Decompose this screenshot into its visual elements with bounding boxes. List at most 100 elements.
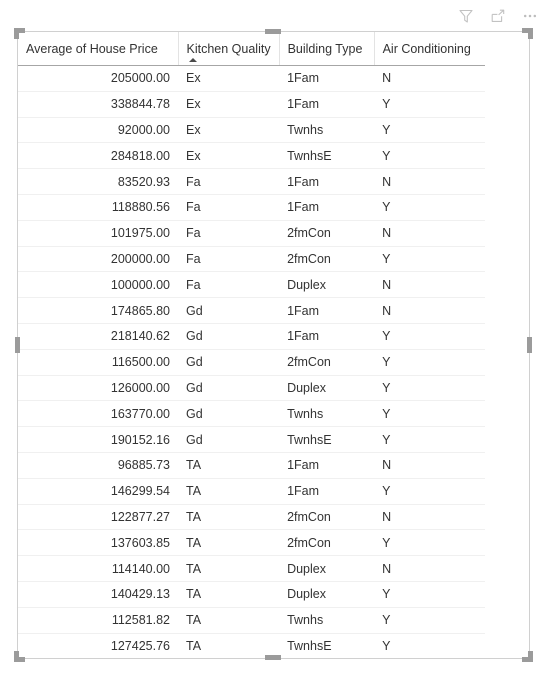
- cell-air_conditioning[interactable]: N: [374, 555, 486, 582]
- cell-air_conditioning[interactable]: Y: [374, 426, 486, 453]
- more-options-icon[interactable]: [521, 7, 539, 25]
- table-row[interactable]: 174865.80 Gd 1Fam N: [18, 297, 486, 324]
- cell-building_type[interactable]: 1Fam: [279, 91, 375, 118]
- cell-building_type[interactable]: TwnhsE: [279, 142, 375, 170]
- cell-building_type[interactable]: 2fmCon: [279, 529, 375, 557]
- table-row[interactable]: 218140.62 Gd 1Fam Y: [18, 323, 486, 350]
- table-row[interactable]: 100000.00 Fa Duplex N: [18, 271, 486, 299]
- cell-kitchen_quality[interactable]: TA: [178, 504, 280, 531]
- column-header-air-conditioning[interactable]: Air Conditioning: [374, 32, 486, 66]
- column-header-building-type[interactable]: Building Type: [279, 32, 375, 66]
- table-row[interactable]: 92000.00 Ex Twnhs Y: [18, 117, 486, 144]
- cell-air_conditioning[interactable]: Y: [374, 142, 486, 170]
- cell-kitchen_quality[interactable]: Fa: [178, 271, 280, 299]
- cell-avg_price[interactable]: 174865.80: [18, 297, 178, 324]
- cell-kitchen_quality[interactable]: Gd: [178, 375, 280, 402]
- table-row[interactable]: 126000.00 Gd Duplex Y: [18, 375, 486, 402]
- cell-building_type[interactable]: Twnhs: [279, 607, 375, 634]
- cell-avg_price[interactable]: 200000.00: [18, 246, 178, 273]
- table-row[interactable]: 83520.93 Fa 1Fam N: [18, 168, 486, 195]
- cell-kitchen_quality[interactable]: TA: [178, 478, 280, 505]
- resize-handle-top-right[interactable]: [522, 28, 533, 39]
- cell-kitchen_quality[interactable]: Fa: [178, 246, 280, 273]
- cell-kitchen_quality[interactable]: TA: [178, 633, 280, 658]
- cell-avg_price[interactable]: 112581.82: [18, 607, 178, 634]
- table-row[interactable]: 205000.00 Ex 1Fam N: [18, 65, 486, 92]
- resize-handle-left[interactable]: [15, 337, 20, 353]
- cell-building_type[interactable]: 1Fam: [279, 478, 375, 505]
- cell-kitchen_quality[interactable]: Gd: [178, 400, 280, 428]
- cell-building_type[interactable]: Duplex: [279, 375, 375, 402]
- cell-air_conditioning[interactable]: Y: [374, 349, 486, 376]
- cell-avg_price[interactable]: 163770.00: [18, 400, 178, 428]
- cell-avg_price[interactable]: 127425.76: [18, 633, 178, 658]
- cell-air_conditioning[interactable]: Y: [374, 194, 486, 221]
- table-row[interactable]: 127425.76 TA TwnhsE Y: [18, 633, 486, 658]
- cell-kitchen_quality[interactable]: Gd: [178, 426, 280, 453]
- table-row[interactable]: 338844.78 Ex 1Fam Y: [18, 91, 486, 118]
- table-row[interactable]: 284818.00 Ex TwnhsE Y: [18, 142, 486, 170]
- cell-kitchen_quality[interactable]: Gd: [178, 323, 280, 350]
- cell-air_conditioning[interactable]: N: [374, 271, 486, 299]
- resize-handle-bottom-left[interactable]: [14, 651, 25, 662]
- table-row[interactable]: 101975.00 Fa 2fmCon N: [18, 220, 486, 247]
- cell-air_conditioning[interactable]: N: [374, 504, 486, 531]
- cell-kitchen_quality[interactable]: TA: [178, 581, 280, 608]
- cell-air_conditioning[interactable]: Y: [374, 323, 486, 350]
- cell-air_conditioning[interactable]: Y: [374, 375, 486, 402]
- table-row[interactable]: 140429.13 TA Duplex Y: [18, 581, 486, 608]
- cell-air_conditioning[interactable]: Y: [374, 246, 486, 273]
- cell-air_conditioning[interactable]: N: [374, 297, 486, 324]
- cell-air_conditioning[interactable]: Y: [374, 478, 486, 505]
- cell-air_conditioning[interactable]: Y: [374, 633, 486, 658]
- cell-air_conditioning[interactable]: N: [374, 65, 486, 92]
- cell-building_type[interactable]: Twnhs: [279, 117, 375, 144]
- cell-building_type[interactable]: 2fmCon: [279, 349, 375, 376]
- resize-handle-top-left[interactable]: [14, 28, 25, 39]
- cell-building_type[interactable]: Twnhs: [279, 400, 375, 428]
- table-row[interactable]: 96885.73 TA 1Fam N: [18, 452, 486, 479]
- cell-air_conditioning[interactable]: N: [374, 168, 486, 195]
- cell-building_type[interactable]: 1Fam: [279, 297, 375, 324]
- table-row[interactable]: 137603.85 TA 2fmCon Y: [18, 529, 486, 557]
- table-row[interactable]: 200000.00 Fa 2fmCon Y: [18, 246, 486, 273]
- cell-avg_price[interactable]: 146299.54: [18, 478, 178, 505]
- cell-kitchen_quality[interactable]: TA: [178, 607, 280, 634]
- table-row[interactable]: 163770.00 Gd Twnhs Y: [18, 400, 486, 428]
- cell-avg_price[interactable]: 101975.00: [18, 220, 178, 247]
- table-scroll-region[interactable]: Average of House Price Kitchen Quality B…: [18, 32, 529, 658]
- cell-building_type[interactable]: Duplex: [279, 581, 375, 608]
- cell-air_conditioning[interactable]: Y: [374, 529, 486, 557]
- cell-avg_price[interactable]: 284818.00: [18, 142, 178, 170]
- table-row[interactable]: 122877.27 TA 2fmCon N: [18, 504, 486, 531]
- filter-icon[interactable]: [457, 7, 475, 25]
- cell-avg_price[interactable]: 338844.78: [18, 91, 178, 118]
- cell-avg_price[interactable]: 218140.62: [18, 323, 178, 350]
- cell-kitchen_quality[interactable]: Ex: [178, 117, 280, 144]
- cell-kitchen_quality[interactable]: TA: [178, 555, 280, 582]
- cell-building_type[interactable]: TwnhsE: [279, 426, 375, 453]
- cell-air_conditioning[interactable]: Y: [374, 400, 486, 428]
- cell-air_conditioning[interactable]: Y: [374, 607, 486, 634]
- cell-building_type[interactable]: TwnhsE: [279, 633, 375, 658]
- cell-avg_price[interactable]: 92000.00: [18, 117, 178, 144]
- resize-handle-bottom-right[interactable]: [522, 651, 533, 662]
- cell-building_type[interactable]: 2fmCon: [279, 504, 375, 531]
- table-row[interactable]: 118880.56 Fa 1Fam Y: [18, 194, 486, 221]
- cell-kitchen_quality[interactable]: Ex: [178, 65, 280, 92]
- column-header-average-of-house-price[interactable]: Average of House Price: [18, 32, 179, 66]
- cell-avg_price[interactable]: 205000.00: [18, 65, 178, 92]
- cell-kitchen_quality[interactable]: Gd: [178, 349, 280, 376]
- table-row[interactable]: 116500.00 Gd 2fmCon Y: [18, 349, 486, 376]
- cell-air_conditioning[interactable]: N: [374, 452, 486, 479]
- cell-avg_price[interactable]: 122877.27: [18, 504, 178, 531]
- column-header-kitchen-quality[interactable]: Kitchen Quality: [178, 32, 280, 66]
- cell-building_type[interactable]: 2fmCon: [279, 220, 375, 247]
- cell-avg_price[interactable]: 116500.00: [18, 349, 178, 376]
- cell-avg_price[interactable]: 140429.13: [18, 581, 178, 608]
- cell-avg_price[interactable]: 118880.56: [18, 194, 178, 221]
- focus-mode-icon[interactable]: [489, 7, 507, 25]
- cell-kitchen_quality[interactable]: TA: [178, 529, 280, 557]
- cell-air_conditioning[interactable]: Y: [374, 581, 486, 608]
- table-row[interactable]: 112581.82 TA Twnhs Y: [18, 607, 486, 634]
